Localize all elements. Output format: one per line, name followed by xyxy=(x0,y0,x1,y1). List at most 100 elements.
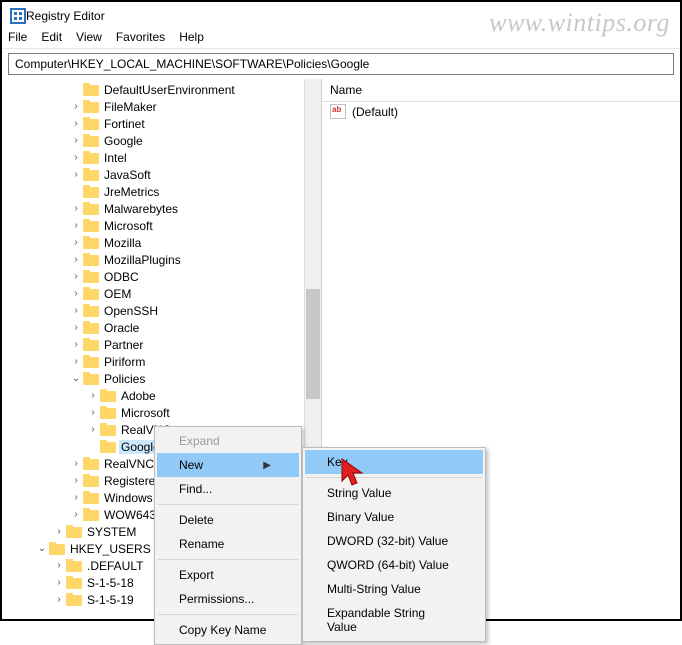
expand-icon[interactable]: › xyxy=(70,339,82,350)
folder-icon xyxy=(83,287,99,300)
tree-item[interactable]: ›MozillaPlugins xyxy=(2,251,321,268)
tree-item-label: Partner xyxy=(102,338,145,352)
expand-icon[interactable]: › xyxy=(70,288,82,299)
expand-icon[interactable]: › xyxy=(87,424,99,435)
ctx-expand[interactable]: Expand xyxy=(157,429,299,453)
tree-item[interactable]: JreMetrics xyxy=(2,183,321,200)
tree-item[interactable]: ›OEM xyxy=(2,285,321,302)
tree-item-label: OpenSSH xyxy=(102,304,160,318)
tree-item-label: RealVNC xyxy=(102,457,156,471)
menu-favorites[interactable]: Favorites xyxy=(116,30,165,44)
ctx-delete[interactable]: Delete xyxy=(157,508,299,532)
expand-icon[interactable]: › xyxy=(70,135,82,146)
folder-icon xyxy=(83,83,99,96)
menu-help[interactable]: Help xyxy=(179,30,204,44)
expand-icon[interactable]: › xyxy=(70,254,82,265)
tree-item[interactable]: ›Microsoft xyxy=(2,217,321,234)
ctx-new[interactable]: New▶ xyxy=(157,453,299,477)
expand-icon[interactable]: › xyxy=(70,458,82,469)
folder-icon xyxy=(83,253,99,266)
tree-item[interactable]: ›ODBC xyxy=(2,268,321,285)
tree-item[interactable]: ›Google xyxy=(2,132,321,149)
ctx-new-dword[interactable]: DWORD (32-bit) Value xyxy=(305,529,483,553)
folder-icon xyxy=(83,219,99,232)
expand-icon[interactable]: › xyxy=(70,271,82,282)
expand-icon[interactable]: › xyxy=(70,475,82,486)
expand-icon[interactable]: › xyxy=(70,509,82,520)
expand-icon[interactable]: › xyxy=(70,322,82,333)
menu-edit[interactable]: Edit xyxy=(41,30,62,44)
tree-item[interactable]: ›Fortinet xyxy=(2,115,321,132)
tree-item[interactable]: › Partner xyxy=(2,336,321,353)
tree-item[interactable]: › OpenSSH xyxy=(2,302,321,319)
expand-icon[interactable]: › xyxy=(70,356,82,367)
ctx-new-string[interactable]: String Value xyxy=(305,481,483,505)
expand-icon[interactable]: › xyxy=(70,305,82,316)
expand-icon[interactable]: › xyxy=(70,492,82,503)
folder-icon xyxy=(66,559,82,572)
tree-item[interactable]: › Piriform xyxy=(2,353,321,370)
expand-icon[interactable]: › xyxy=(70,152,82,163)
folder-icon xyxy=(83,457,99,470)
folder-icon xyxy=(83,236,99,249)
address-bar[interactable]: Computer\HKEY_LOCAL_MACHINE\SOFTWARE\Pol… xyxy=(8,53,674,75)
tree-item[interactable]: › Intel xyxy=(2,149,321,166)
expand-icon[interactable]: › xyxy=(70,169,82,180)
tree-item[interactable]: ⌄Policies xyxy=(2,370,321,387)
tree-item[interactable]: DefaultUserEnvironment xyxy=(2,81,321,98)
tree-item-label: JavaSoft xyxy=(102,168,153,182)
folder-icon xyxy=(83,372,99,385)
ctx-new-expandable-string[interactable]: Expandable String Value xyxy=(305,601,483,639)
list-item-default[interactable]: (Default) xyxy=(322,102,680,121)
ctx-rename[interactable]: Rename xyxy=(157,532,299,556)
tree-item-label: Piriform xyxy=(102,355,147,369)
expand-icon[interactable]: › xyxy=(87,390,99,401)
list-item-label: (Default) xyxy=(352,105,398,119)
expand-icon[interactable]: › xyxy=(70,118,82,129)
tree-item[interactable]: › JavaSoft xyxy=(2,166,321,183)
folder-icon xyxy=(83,508,99,521)
ctx-new-qword[interactable]: QWORD (64-bit) Value xyxy=(305,553,483,577)
ctx-export[interactable]: Export xyxy=(157,563,299,587)
folder-icon xyxy=(66,525,82,538)
expand-icon[interactable]: › xyxy=(70,237,82,248)
tree-item[interactable]: › Malwarebytes xyxy=(2,200,321,217)
collapse-icon[interactable]: ⌄ xyxy=(36,543,48,554)
menu-view[interactable]: View xyxy=(76,30,102,44)
ctx-find[interactable]: Find... xyxy=(157,477,299,501)
list-header-name[interactable]: Name xyxy=(322,79,680,102)
collapse-icon[interactable]: ⌄ xyxy=(70,373,82,384)
expand-icon[interactable]: › xyxy=(70,203,82,214)
ctx-new-binary[interactable]: Binary Value xyxy=(305,505,483,529)
tree-item-label: Intel xyxy=(102,151,129,165)
tree-item-label: Malwarebytes xyxy=(102,202,180,216)
folder-icon xyxy=(83,117,99,130)
tree-item-label: HKEY_USERS xyxy=(68,542,153,556)
regedit-icon xyxy=(10,8,26,24)
separator xyxy=(158,559,298,560)
tree-item[interactable]: › Adobe xyxy=(2,387,321,404)
expand-icon[interactable]: › xyxy=(87,407,99,418)
tree-item-label: DefaultUserEnvironment xyxy=(102,83,237,97)
folder-icon xyxy=(83,304,99,317)
tree-item-label: JreMetrics xyxy=(102,185,161,199)
ctx-copy-key-name[interactable]: Copy Key Name xyxy=(157,618,299,642)
expand-icon[interactable]: › xyxy=(70,101,82,112)
tree-item[interactable]: ›Microsoft xyxy=(2,404,321,421)
tree-item-label: Adobe xyxy=(119,389,158,403)
expand-icon[interactable]: › xyxy=(53,594,65,605)
expand-icon[interactable]: › xyxy=(53,560,65,571)
ctx-new-key[interactable]: Key xyxy=(305,450,483,474)
expand-icon[interactable]: › xyxy=(53,577,65,588)
expand-icon[interactable]: › xyxy=(53,526,65,537)
ctx-new-multi-string[interactable]: Multi-String Value xyxy=(305,577,483,601)
tree-item[interactable]: ›Oracle xyxy=(2,319,321,336)
folder-icon xyxy=(100,440,116,453)
folder-icon xyxy=(83,321,99,334)
tree-item[interactable]: ›FileMaker xyxy=(2,98,321,115)
tree-item[interactable]: ›Mozilla xyxy=(2,234,321,251)
folder-icon xyxy=(49,542,65,555)
expand-icon[interactable]: › xyxy=(70,220,82,231)
menu-file[interactable]: File xyxy=(8,30,27,44)
ctx-permissions[interactable]: Permissions... xyxy=(157,587,299,611)
